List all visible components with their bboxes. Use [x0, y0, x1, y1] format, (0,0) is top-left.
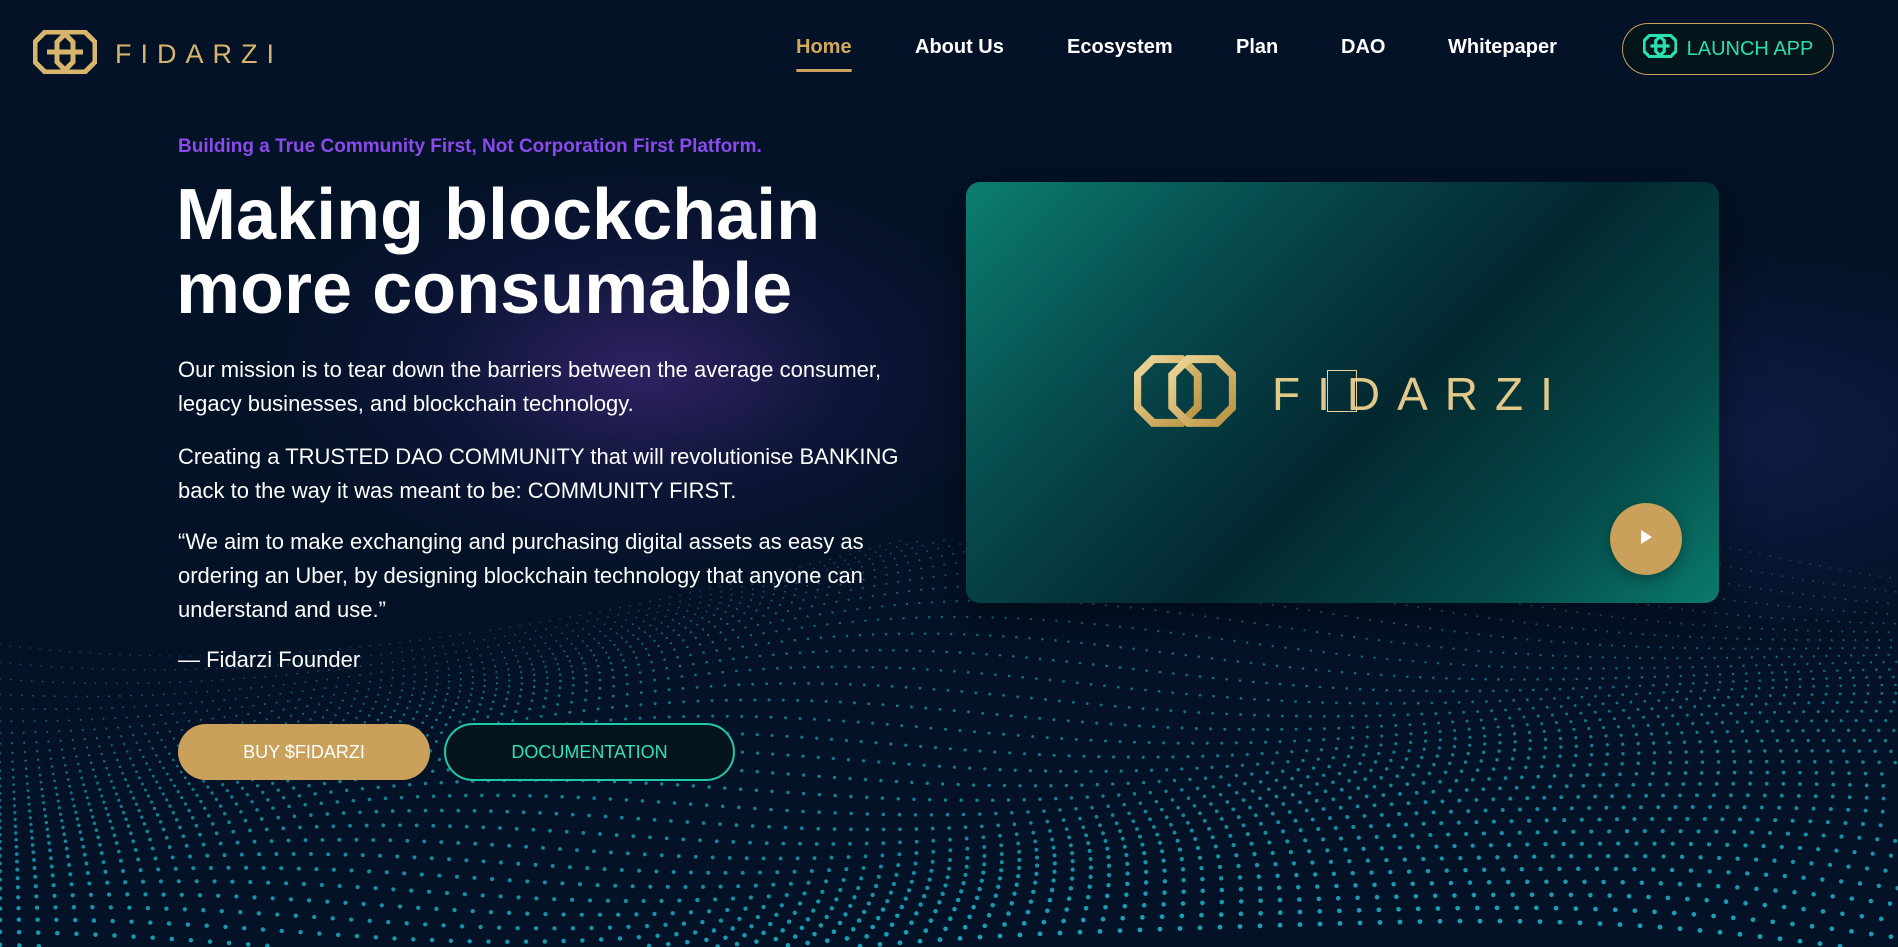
play-button[interactable]: [1610, 503, 1682, 575]
video-brand-name: FIDARZI: [1272, 367, 1570, 420]
play-icon: [1638, 528, 1654, 551]
nav-item-whitepaper[interactable]: Whitepaper: [1448, 36, 1557, 59]
nav-item-about-us[interactable]: About Us: [915, 36, 1004, 59]
text-cursor-indicator: [1327, 370, 1357, 412]
nav-item-ecosystem[interactable]: Ecosystem: [1067, 36, 1173, 59]
hero-tagline: Building a True Community First, Not Cor…: [178, 136, 762, 157]
buy-fidarzi-button[interactable]: BUY $FIDARZI: [178, 724, 430, 780]
fidarzi-logo-icon: [1133, 355, 1237, 432]
nav-item-plan[interactable]: Plan: [1236, 36, 1278, 59]
launch-app-label: LAUNCH APP: [1686, 37, 1814, 60]
quote-attribution: — Fidarzi Founder: [178, 647, 361, 672]
main-nav: Home About Us Ecosystem Plan DAO Whitepa…: [0, 36, 1898, 96]
hero-headline: Making blockchain more consumable: [176, 178, 896, 326]
launch-app-button[interactable]: LAUNCH APP: [1622, 23, 1834, 75]
mission-paragraph: Our mission is to tear down the barriers…: [178, 357, 882, 416]
headline-line-1: Making blockchain: [176, 175, 821, 255]
active-nav-underline: [796, 69, 852, 72]
nav-item-home[interactable]: Home: [796, 36, 852, 72]
dao-paragraph: Creating a TRUSTED DAO COMMUNITY that wi…: [178, 444, 899, 503]
promo-video-player[interactable]: FIDARZI: [966, 182, 1719, 603]
headline-line-2: more consumable: [176, 249, 793, 329]
nav-label: Home: [796, 36, 852, 58]
founder-quote: “We aim to make exchanging and purchasin…: [178, 529, 864, 622]
nav-item-dao[interactable]: DAO: [1341, 36, 1385, 59]
documentation-button[interactable]: DOCUMENTATION: [444, 723, 735, 781]
fidarzi-logo-icon: [1642, 33, 1678, 64]
